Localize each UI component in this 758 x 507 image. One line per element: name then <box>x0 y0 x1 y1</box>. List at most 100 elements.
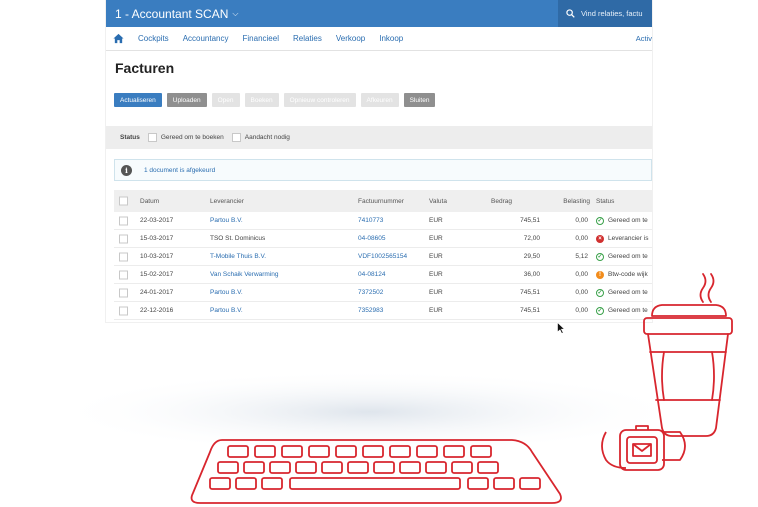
uploaden-button[interactable]: Uploaden <box>166 93 207 107</box>
opnieuw-controleren-button[interactable]: Opnieuw controleren <box>283 93 356 107</box>
cell-leverancier: TSO St. Dominicus <box>210 235 266 242</box>
filter-gereed[interactable]: Gereed om te boeken <box>147 133 224 142</box>
cell-factuurnummer[interactable]: 7352983 <box>358 307 383 314</box>
nav-item-cockpits[interactable]: Cockpits <box>138 34 169 43</box>
nav-item-verkoop[interactable]: Verkoop <box>336 34 365 43</box>
keyboard-key <box>295 461 317 474</box>
error-circle-icon: × <box>596 234 604 243</box>
nav-item-inkoop[interactable]: Inkoop <box>379 34 403 43</box>
cell-leverancier[interactable]: T-Mobile Thuis B.V. <box>210 253 266 260</box>
home-icon[interactable] <box>112 33 124 45</box>
table-row[interactable]: 22-03-2017 Partou B.V. 7410773 EUR 745,51 0,0… <box>114 212 652 230</box>
open-button[interactable]: Open <box>211 93 240 107</box>
row-checkbox[interactable] <box>119 288 128 297</box>
keyboard-key <box>269 461 291 474</box>
cell-factuurnummer[interactable]: 04-08605 <box>358 235 385 242</box>
col-bedrag[interactable]: Bedrag <box>491 198 512 205</box>
info-icon: i <box>121 164 132 176</box>
keyboard-key <box>347 461 369 474</box>
filter-aandacht[interactable]: Aandacht nodig <box>231 133 290 142</box>
cell-datum: 10-03-2017 <box>140 253 174 260</box>
sluiten-button[interactable]: Sluiten <box>403 93 436 107</box>
col-status[interactable]: Status <box>596 198 614 205</box>
mouse-pointer-icon <box>557 322 565 334</box>
cell-valuta: EUR <box>429 307 443 314</box>
cell-factuurnummer[interactable]: 7410773 <box>358 217 383 224</box>
col-factuurnummer[interactable]: Factuurnummer <box>358 198 404 205</box>
cell-leverancier[interactable]: Van Schaik Verwarming <box>210 271 279 278</box>
info-message[interactable]: 1 document is afgekeurd <box>144 167 215 174</box>
info-banner: i 1 document is afgekeurd <box>114 159 652 181</box>
keyboard-key <box>443 445 465 458</box>
screen-shadow <box>50 370 690 454</box>
row-checkbox[interactable] <box>119 306 128 315</box>
keyboard-key <box>261 477 283 490</box>
keyboard-key <box>493 477 515 490</box>
chevron-down-icon[interactable]: ⌵ <box>232 9 238 19</box>
status-filter-bar: Status Gereed om te boeken Aandacht nodi… <box>106 126 652 149</box>
cell-status: × Leverancier is <box>596 234 649 243</box>
row-checkbox[interactable] <box>119 216 128 225</box>
row-checkbox[interactable] <box>119 234 128 243</box>
cell-belasting: 0,00 <box>575 289 588 296</box>
app-window: 1 - Accountant SCAN ⌵ Vind relaties, fac… <box>106 0 652 322</box>
cell-factuurnummer[interactable]: 04-08124 <box>358 271 385 278</box>
filter-aandacht-checkbox[interactable] <box>231 133 241 142</box>
main-nav: Cockpits Accountancy Financieel Relaties… <box>106 27 652 51</box>
cell-bedrag: 745,51 <box>520 217 540 224</box>
cell-belasting: 5,12 <box>575 253 588 260</box>
row-checkbox[interactable] <box>119 270 128 279</box>
keyboard-key <box>451 461 473 474</box>
cell-datum: 15-02-2017 <box>140 271 174 278</box>
keyboard-key <box>467 477 489 490</box>
nav-item-accountancy[interactable]: Accountancy <box>183 34 229 43</box>
keyboard-key <box>281 445 303 458</box>
app-title[interactable]: 1 - Accountant SCAN ⌵ <box>115 7 238 21</box>
keyboard-key <box>519 477 541 490</box>
global-search[interactable]: Vind relaties, factu <box>558 0 652 27</box>
cell-factuurnummer[interactable]: VDF1002565154 <box>358 253 407 260</box>
top-bar: 1 - Accountant SCAN ⌵ Vind relaties, fac… <box>106 0 652 27</box>
col-leverancier[interactable]: Leverancier <box>210 198 244 205</box>
afkeuren-button[interactable]: Afkeuren <box>360 93 399 107</box>
table-row[interactable]: 15-03-2017 TSO St. Dominicus 04-08605 EUR 72… <box>114 230 652 248</box>
cell-bedrag: 29,50 <box>523 253 540 260</box>
cell-factuurnummer[interactable]: 7372502 <box>358 289 383 296</box>
table-row[interactable]: 24-01-2017 Partou B.V. 7372502 EUR 745,51 0,0… <box>114 284 652 302</box>
filter-aandacht-label: Aandacht nodig <box>244 134 290 141</box>
keyboard-key <box>254 445 276 458</box>
table-row[interactable]: 15-02-2017 Van Schaik Verwarming 04-08124 E… <box>114 266 652 284</box>
keyboard-key <box>335 445 357 458</box>
table-row[interactable]: 22-12-2016 Partou B.V. 7352983 EUR 745,51 0,0… <box>114 302 652 320</box>
table-row[interactable]: 10-03-2017 T-Mobile Thuis B.V. VDF10025651… <box>114 248 652 266</box>
status-text: Leverancier is <box>608 235 649 242</box>
cell-status: ✓ Gereed om te <box>596 306 648 315</box>
col-datum[interactable]: Datum <box>140 198 159 205</box>
nav-item-relaties[interactable]: Relaties <box>293 34 322 43</box>
row-checkbox[interactable] <box>119 252 128 261</box>
keyboard-key <box>470 445 492 458</box>
cell-leverancier[interactable]: Partou B.V. <box>210 289 243 296</box>
cell-leverancier[interactable]: Partou B.V. <box>210 307 243 314</box>
col-valuta[interactable]: Valuta <box>429 198 447 205</box>
status-text: Gereed om te <box>608 253 648 260</box>
nav-item-financieel[interactable]: Financieel <box>243 34 279 43</box>
toolbar: Actualiseren Uploaden Open Boeken Opnieu… <box>114 93 652 107</box>
keyboard-key <box>373 461 395 474</box>
col-belasting[interactable]: Belasting <box>563 198 590 205</box>
actualiseren-button[interactable]: Actualiseren <box>114 93 162 107</box>
cell-datum: 22-03-2017 <box>140 217 174 224</box>
select-all-checkbox[interactable] <box>119 196 128 206</box>
keyboard-key <box>235 477 257 490</box>
search-placeholder: Vind relaties, factu <box>581 9 643 18</box>
table-body: 22-03-2017 Partou B.V. 7410773 EUR 745,51 0,0… <box>114 212 652 320</box>
nav-item-activ[interactable]: Activ <box>636 34 652 43</box>
keyboard-key <box>217 461 239 474</box>
cell-valuta: EUR <box>429 289 443 296</box>
check-circle-icon: ✓ <box>596 306 604 315</box>
cell-leverancier[interactable]: Partou B.V. <box>210 217 243 224</box>
filter-gereed-checkbox[interactable] <box>147 133 157 142</box>
keyboard-key <box>308 445 330 458</box>
cell-bedrag: 745,51 <box>520 289 540 296</box>
boeken-button[interactable]: Boeken <box>244 93 279 107</box>
